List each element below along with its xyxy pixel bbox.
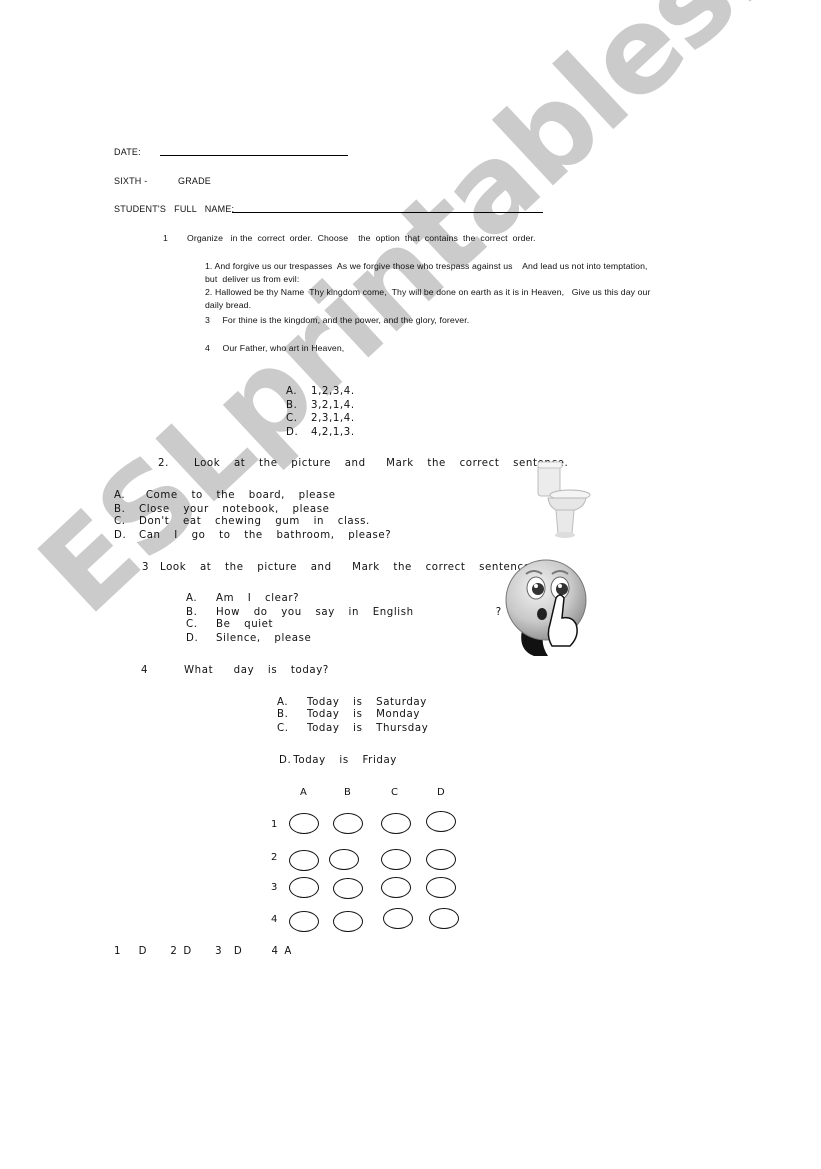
grid-row-header: 3 [271,882,278,893]
option-text: Today is Thursday [307,723,429,734]
q2-prompt: Look at the picture and Mark the correct… [194,458,569,469]
option-text: Am I clear? [216,593,300,604]
q4-option[interactable]: A. Today is Saturday [277,697,427,708]
q2-option[interactable]: C. Don't eat chewing gum in class. [114,516,370,527]
option-text: Close your notebook, please [139,504,330,515]
q4-prompt: What day is today? [184,665,329,676]
answer-bubble-4-a[interactable] [289,911,319,932]
option-letter: B. [286,400,298,411]
q2-option[interactable]: D. Can I go to the bathroom, please? [114,530,391,541]
answer-bubble-2-d[interactable] [426,849,456,870]
grid-row-header: 2 [271,852,278,863]
q1-item-line: 2. Hallowed be thy Name Thy kingdom come… [205,287,651,297]
answer-bubble-3-c[interactable] [381,877,411,898]
option-text: 4,2,1,3. [311,427,355,438]
option-text: Silence, please [216,633,312,644]
grid-row-header: 1 [271,819,278,830]
q2-number: 2. [158,458,169,469]
option-letter: C. [186,619,198,630]
q2-option[interactable]: B. Close your notebook, please [114,504,330,515]
grid-column-header: D [437,787,445,798]
q1-item-line: 3 For thine is the kingdom, and the powe… [205,315,470,325]
date-field[interactable] [160,155,348,156]
q3-option[interactable]: A. Am I clear? [186,593,299,604]
q1-prompt: Organize in the correct order. Choose th… [187,233,536,243]
option-letter: C. [114,516,126,527]
option-text: Today is Monday [307,709,420,720]
answer-key: 1 D 2 D 3 D 4 A [114,946,292,957]
q1-item-line: daily bread. [205,300,252,310]
answer-bubble-1-a[interactable] [289,813,319,834]
answer-bubble-3-b[interactable] [333,878,363,899]
grade-label: GRADE [178,176,212,186]
option-letter: A. [286,386,298,397]
q1-item-line: but deliver us from evil: [205,274,300,284]
answer-bubble-4-b[interactable] [333,911,363,932]
grade-prefix: SIXTH - [114,176,148,186]
option-text: Don't eat chewing gum in class. [139,516,370,527]
shush-emoji-image [505,559,587,656]
answer-bubble-3-d[interactable] [426,877,456,898]
answer-bubble-4-d[interactable] [429,908,459,929]
q1-option[interactable]: C. 2,3,1,4. [286,413,355,424]
q4-option[interactable]: B. Today is Monday [277,709,420,720]
option-letter: B. [186,607,198,618]
grid-column-header: B [344,787,351,798]
option-text: How do you say in English ? [216,607,502,618]
answer-bubble-2-c[interactable] [381,849,411,870]
student-name-field[interactable] [232,212,543,213]
q1-option[interactable]: D. 4,2,1,3. [286,427,355,438]
answer-bubble-2-b[interactable] [329,849,359,870]
q2-option[interactable]: A. Come to the board, please [114,490,336,501]
option-letter: B. [114,504,126,515]
date-label: DATE: [114,147,141,157]
q1-number: 1 [163,233,168,243]
q1-item-line: 1. And forgive us our trespasses As we f… [205,261,648,271]
answer-bubble-1-b[interactable] [333,813,363,834]
option-text: 1,2,3,4. [311,386,355,397]
option-text: 3,2,1,4. [311,400,355,411]
q4-option[interactable]: C. Today is Thursday [277,723,428,734]
option-letter: C. [286,413,298,424]
q4-option[interactable]: D. Today is Friday [279,755,397,766]
option-text: Today is Saturday [307,697,427,708]
option-text: 2,3,1,4. [311,413,355,424]
option-letter: A. [114,490,126,501]
option-text: Can I go to the bathroom, please? [139,530,392,541]
q3-prompt: Look at the picture and Mark the correct… [160,562,531,573]
answer-bubble-3-a[interactable] [289,877,319,898]
student-name-label: STUDENT'S FULL NAME: [114,204,235,214]
option-letter: B. [277,709,289,720]
option-letter: A. [186,593,198,604]
option-letter: C. [277,723,289,734]
q1-option[interactable]: A. 1,2,3,4. [286,386,355,397]
option-letter: D. [186,633,199,644]
answer-bubble-1-d[interactable] [426,811,456,832]
toilet-image [537,461,591,538]
option-text: Come to the board, please [139,490,336,501]
q3-option[interactable]: D. Silence, please [186,633,311,644]
q3-number: 3 [142,562,150,573]
answer-bubble-4-c[interactable] [383,908,413,929]
answer-bubble-1-c[interactable] [381,813,411,834]
option-letter: D. [286,427,299,438]
option-letter: A. [277,697,289,708]
answer-bubble-2-a[interactable] [289,850,319,871]
option-text: Be quiet [216,619,274,630]
q3-option[interactable]: B. How do you say in English ? [186,607,502,618]
q4-number: 4 [141,665,149,676]
grid-column-header: A [300,787,307,798]
q1-item-line: 4 Our Father, who art in Heaven, [205,343,345,353]
q1-option[interactable]: B. 3,2,1,4. [286,400,355,411]
option-text: Today is Friday [293,755,397,766]
option-letter: D. [279,755,292,766]
grid-row-header: 4 [271,914,278,925]
grid-column-header: C [391,787,398,798]
option-letter: D. [114,530,127,541]
q3-option[interactable]: C. Be quiet [186,619,273,630]
